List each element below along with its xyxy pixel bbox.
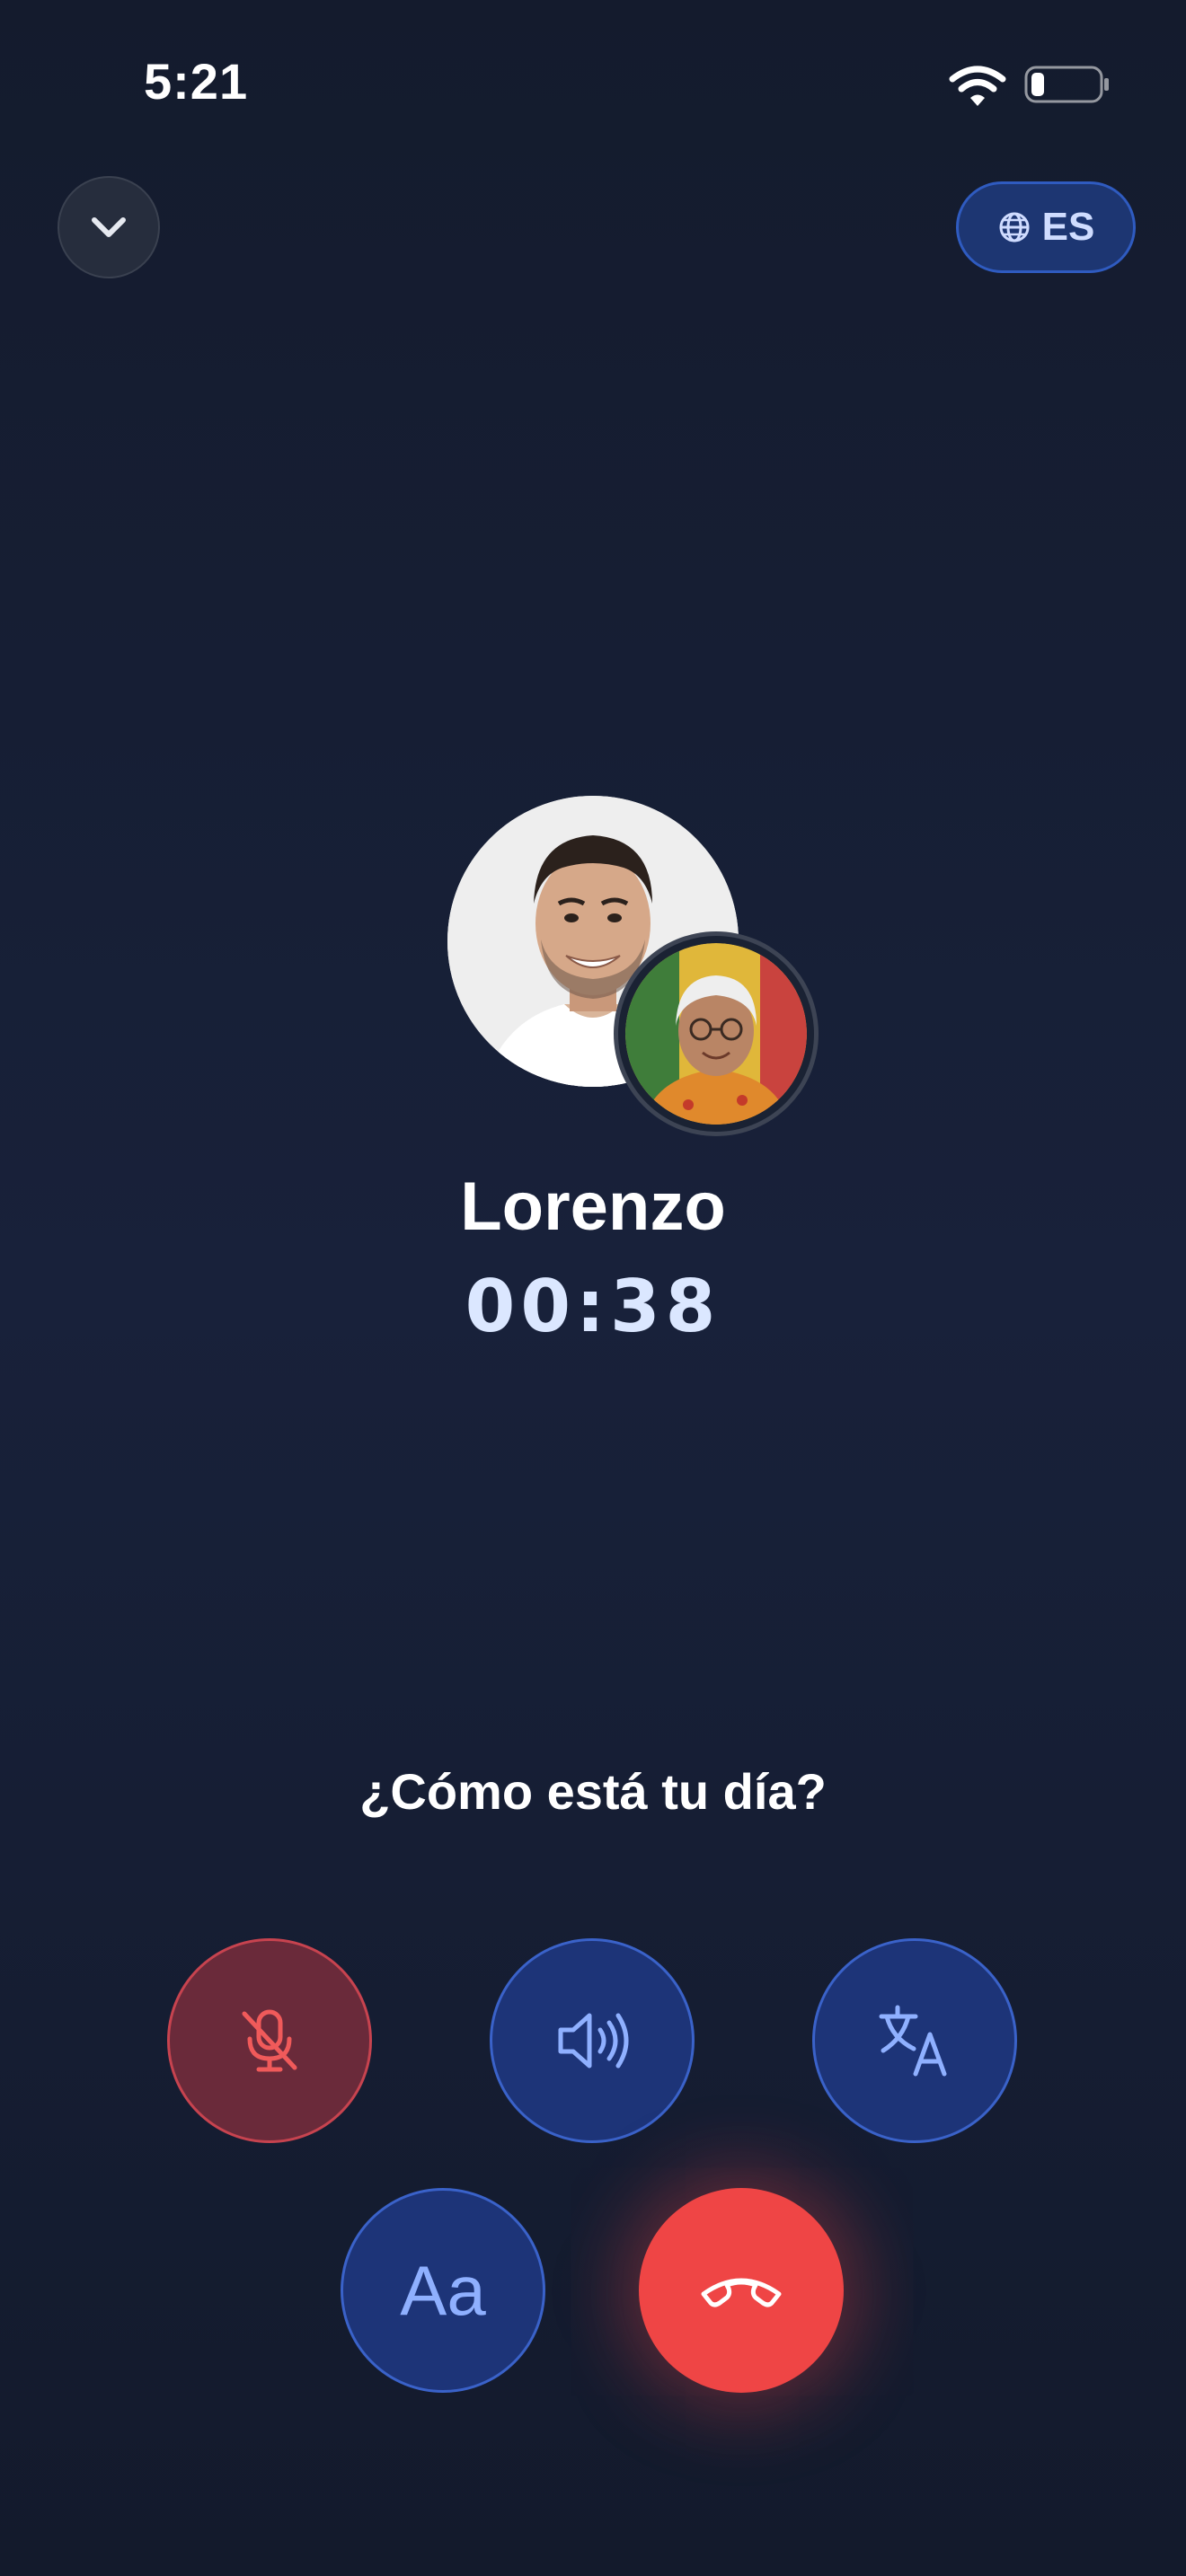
text-size-button[interactable]: Aa bbox=[341, 2188, 545, 2393]
language-selector[interactable]: ES bbox=[956, 181, 1136, 273]
battery-icon bbox=[1024, 66, 1109, 103]
translate-button[interactable] bbox=[812, 1938, 1017, 2143]
mute-button[interactable] bbox=[167, 1938, 372, 2143]
caller-name: Lorenzo bbox=[460, 1169, 726, 1245]
wifi-icon bbox=[949, 66, 1006, 106]
microphone-off-icon bbox=[242, 2009, 297, 2072]
phone-hangup-icon bbox=[701, 2278, 782, 2307]
call-duration: 00:38 bbox=[465, 1265, 721, 1348]
hang-up-button[interactable] bbox=[639, 2188, 844, 2393]
text-size-label: Aa bbox=[400, 2250, 486, 2330]
user-avatar bbox=[618, 936, 814, 1132]
speaker-icon bbox=[558, 2013, 629, 2069]
globe-icon bbox=[999, 212, 1030, 243]
status-time: 5:21 bbox=[144, 53, 249, 110]
collapse-button[interactable] bbox=[58, 176, 160, 278]
speaker-button[interactable] bbox=[490, 1938, 695, 2143]
live-caption: ¿Cómo está tu día? bbox=[359, 1763, 827, 1820]
chevron-down-icon bbox=[92, 217, 126, 237]
language-code: ES bbox=[1041, 205, 1095, 249]
translate-icon bbox=[879, 2005, 947, 2077]
